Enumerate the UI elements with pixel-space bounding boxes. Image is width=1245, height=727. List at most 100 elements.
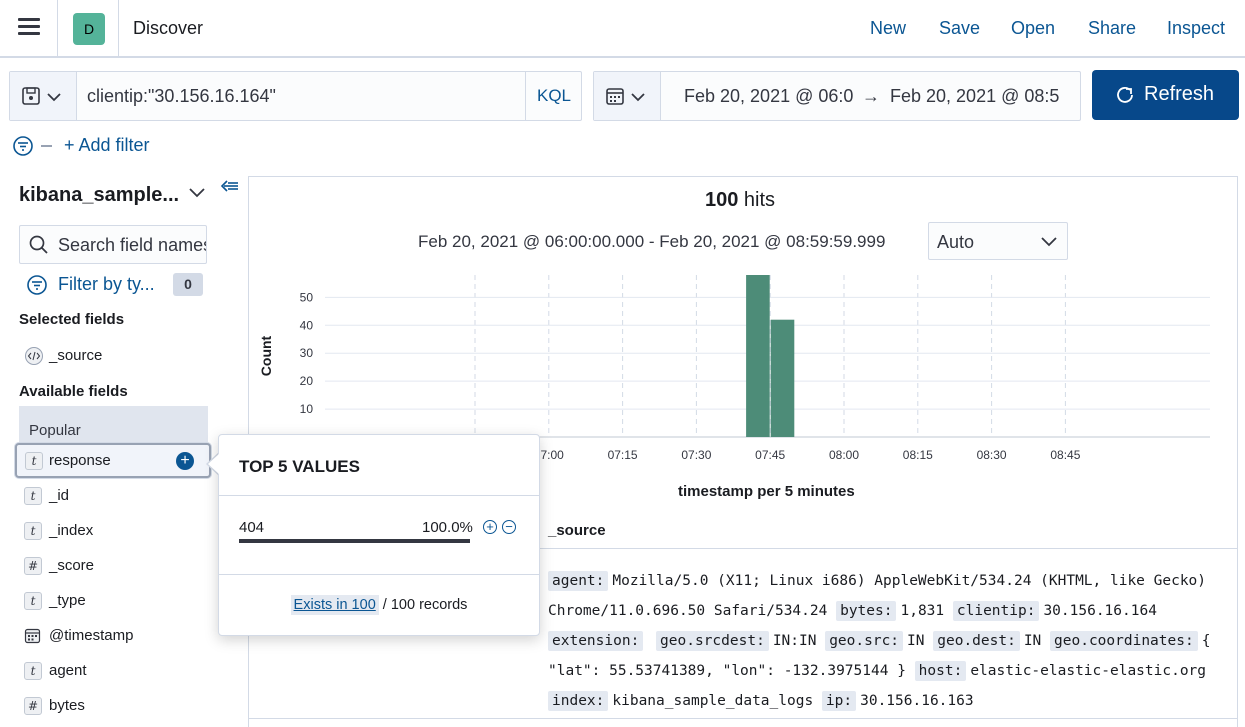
field-item-id[interactable]: t _id — [19, 480, 208, 514]
popover-footer: Exists in 100 / 100 records — [219, 595, 539, 615]
field-item-type[interactable]: t _type — [19, 585, 208, 619]
histogram-bar — [770, 319, 795, 437]
interval-select[interactable]: Auto — [928, 222, 1068, 260]
string-type-icon: t — [24, 662, 42, 680]
doc-field-key: bytes: — [836, 601, 897, 621]
doc-field-key: clientip: — [952, 601, 1040, 621]
field-item-response[interactable]: t response + — [15, 443, 211, 478]
header-divider — [118, 0, 119, 56]
field-name: response — [49, 452, 111, 469]
query-input[interactable]: clientip:"30.156.16.164" — [87, 86, 276, 107]
doc-field-value: 30.156.16.164 — [1043, 603, 1157, 619]
quick-date-button[interactable] — [594, 72, 661, 120]
search-field-names-input[interactable]: Search field names — [19, 225, 207, 264]
doc-field-key: index: — [548, 691, 609, 711]
filter-divider — [41, 145, 52, 147]
doc-field-value: IN — [907, 633, 934, 649]
doc-field-key: geo.dest: — [933, 631, 1020, 651]
chevron-down-icon[interactable] — [188, 186, 206, 200]
table-row[interactable]: agent: Mozilla/5.0 (X11; Linux i686) Appl… — [548, 566, 1238, 716]
records-text: / 100 records — [378, 597, 468, 613]
calendar-icon — [606, 88, 645, 105]
doc-field-key: extension: — [548, 631, 644, 651]
field-item-score[interactable]: # _score — [19, 550, 208, 584]
doc-field-key: host: — [914, 661, 967, 681]
field-item-bytes[interactable]: # bytes — [19, 690, 208, 724]
x-tick-label: 08:30 — [977, 448, 1007, 462]
doc-field-key: geo.src: — [825, 631, 904, 651]
field-item-timestamp[interactable]: @timestamp — [19, 620, 208, 654]
hits-count: 100 hits — [705, 189, 776, 211]
index-pattern-title[interactable]: kibana_sample... — [19, 184, 179, 207]
save-disk-icon — [22, 87, 61, 105]
save-button[interactable]: Save — [939, 18, 980, 39]
string-type-icon: t — [24, 592, 42, 610]
field-name: _score — [49, 557, 95, 574]
collapse-sidebar-icon[interactable] — [220, 178, 240, 196]
field-name: agent — [49, 662, 87, 679]
top-value-percent: 100.0% — [422, 519, 473, 536]
x-tick-label: 07:45 — [755, 448, 785, 462]
field-name: _type — [49, 592, 86, 609]
saved-query-button[interactable] — [10, 72, 77, 120]
refresh-label: Refresh — [1144, 83, 1215, 105]
space-avatar[interactable]: D — [73, 13, 105, 45]
filter-for-value-plus-icon[interactable]: + — [483, 520, 497, 534]
menu-hamburger-icon[interactable] — [18, 18, 40, 38]
x-tick-label: 08:45 — [1050, 448, 1080, 462]
top-value-label: 404 — [239, 519, 265, 536]
field-item-source[interactable]: _source — [19, 340, 208, 374]
available-fields-heading: Available fields — [19, 383, 128, 400]
doc-field-value: IN — [1023, 633, 1051, 649]
x-tick-label: 07:15 — [608, 448, 638, 462]
x-tick-label: 08:00 — [829, 448, 859, 462]
new-button[interactable]: New — [870, 18, 906, 39]
exists-link[interactable]: Exists in 100 — [290, 595, 379, 615]
filter-by-type-button[interactable]: Filter by ty... — [58, 274, 155, 295]
field-item-agent[interactable]: t agent — [19, 655, 208, 689]
source-column-header: _source — [548, 522, 606, 539]
y-axis-title: Count — [258, 335, 274, 376]
add-filter-button[interactable]: + Add filter — [64, 135, 150, 156]
field-name: _index — [49, 522, 94, 539]
number-type-icon: # — [24, 557, 42, 575]
field-item-index[interactable]: t _index — [19, 515, 208, 549]
value-progress-bar — [239, 539, 470, 543]
doc-field-value — [647, 633, 656, 649]
string-type-icon: t — [24, 522, 42, 540]
app-title: Discover — [133, 18, 204, 38]
top-header: D Discover New Save Open Share Inspect — [0, 0, 1245, 58]
date-type-icon — [24, 628, 41, 644]
doc-field-key: ip: — [821, 691, 857, 711]
date-start[interactable]: Feb 20, 2021 @ 06:0 — [684, 86, 853, 107]
histogram-bar — [746, 275, 770, 437]
add-field-plus-icon[interactable]: + — [176, 452, 194, 470]
chevron-down-icon — [1041, 237, 1057, 247]
date-end[interactable]: Feb 20, 2021 @ 08:5 — [890, 86, 1059, 107]
doc-field-value: 30.156.16.163 — [860, 693, 974, 709]
x-tick-label: 08:15 — [903, 448, 933, 462]
open-button[interactable]: Open — [1011, 18, 1055, 39]
field-name: @timestamp — [49, 627, 134, 644]
share-button[interactable]: Share — [1088, 18, 1136, 39]
doc-field-key: geo.coordinates: — [1050, 631, 1198, 651]
doc-field-value: kibana_sample_data_logs — [612, 693, 822, 709]
string-type-icon: t — [24, 487, 42, 505]
refresh-button[interactable]: Refresh — [1092, 70, 1239, 120]
table-divider — [248, 718, 1238, 719]
popover-divider — [219, 574, 539, 575]
doc-field-value: elastic-elastic-elastic.org — [970, 663, 1207, 679]
selected-fields-heading: Selected fields — [19, 311, 125, 328]
query-language-button[interactable]: KQL — [525, 72, 582, 120]
popover-title: TOP 5 VALUES — [239, 457, 360, 476]
x-axis-title: timestamp per 5 minutes — [678, 483, 855, 500]
doc-field-value: 1,831 — [900, 603, 953, 619]
filter-count-badge: 0 — [173, 273, 203, 296]
string-type-icon: t — [25, 452, 43, 470]
inspect-button[interactable]: Inspect — [1167, 18, 1225, 39]
filter-options-icon[interactable] — [13, 136, 35, 156]
y-tick-label: 30 — [300, 346, 314, 360]
filter-out-value-minus-icon[interactable]: − — [502, 520, 516, 534]
interval-value: Auto — [937, 232, 975, 252]
search-icon — [29, 235, 48, 254]
